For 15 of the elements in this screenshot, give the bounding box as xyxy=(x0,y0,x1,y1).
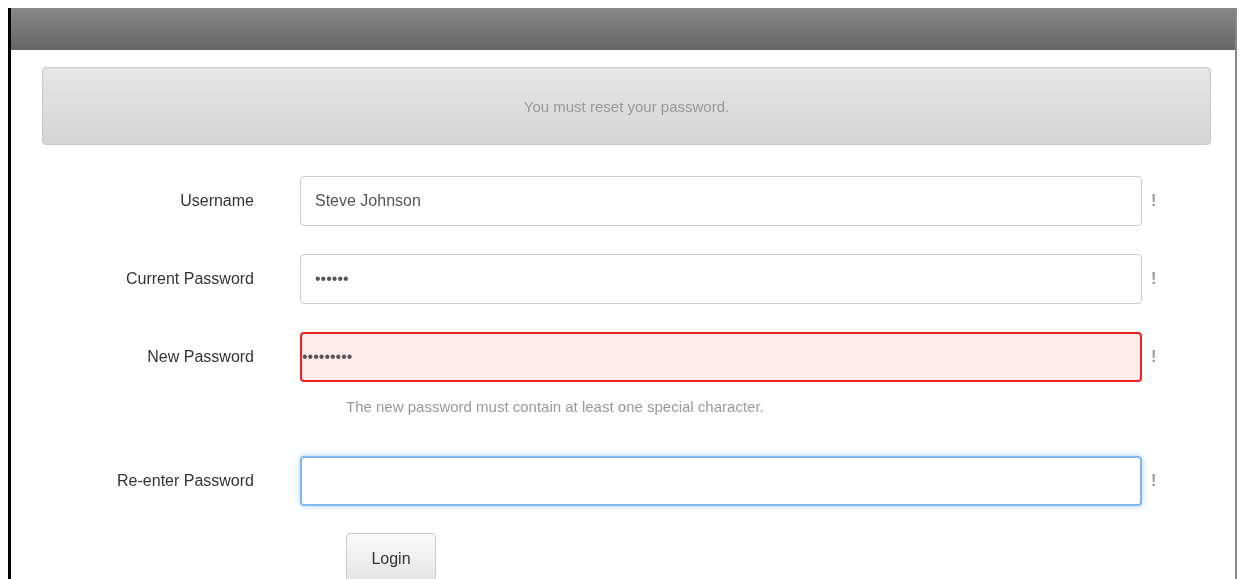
required-marker: ! xyxy=(1151,270,1157,288)
field-label: New Password xyxy=(146,348,255,366)
required-marker: ! xyxy=(1151,192,1157,210)
validation-hint: The new password must contain at least one special character. xyxy=(346,397,764,415)
required-marker: ! xyxy=(1151,472,1157,490)
field-label: Username xyxy=(179,192,255,210)
required-marker: ! xyxy=(1151,348,1157,366)
field-label: Current Password xyxy=(124,270,255,288)
input-field[interactable]: Steve Johnson xyxy=(300,176,1142,226)
field-label: Re-enter Password xyxy=(116,472,255,490)
input-field[interactable]: •••••• xyxy=(300,254,1142,304)
input-field[interactable] xyxy=(300,456,1142,506)
alert-message: You must reset your password. xyxy=(523,97,730,115)
login-button[interactable]: Login xyxy=(346,533,436,579)
input-field[interactable]: ••••••••• xyxy=(300,332,1142,382)
